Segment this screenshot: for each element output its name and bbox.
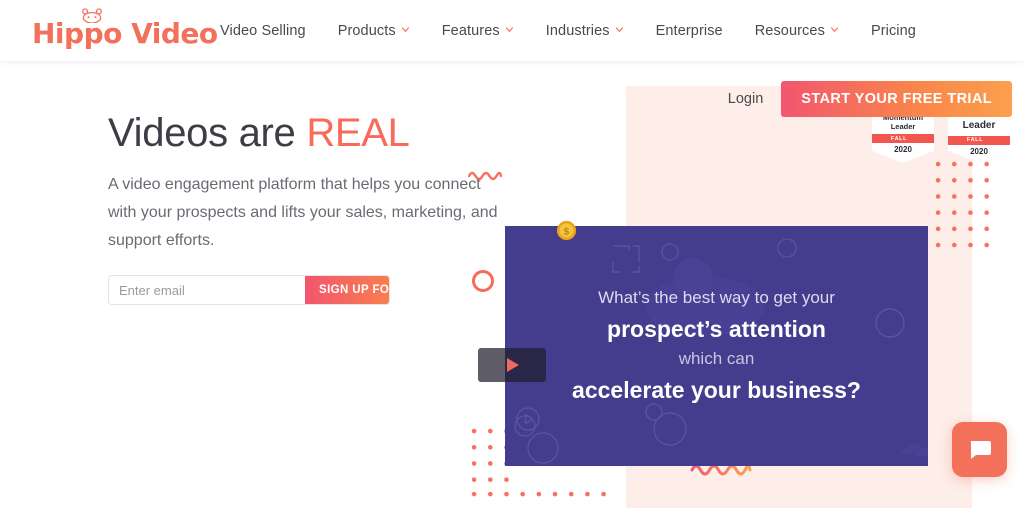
nav-label: Industries [545,22,610,39]
badge-season: FALL [872,134,934,144]
nav-item-pricing[interactable]: Pricing [855,23,932,39]
headline-accent: REAL [306,111,410,155]
nav-label: Pricing [870,22,916,39]
dot-grid-lower-left [466,486,614,508]
svg-text:$: $ [563,226,570,237]
auth-actions: Login START YOUR FREE TRIAL [728,81,1012,117]
badge-year: 2020 [970,146,988,156]
nav-links: Video Selling Products Features Industri… [220,0,932,61]
nav-item-video-selling[interactable]: Video Selling [220,23,322,39]
nav-item-products[interactable]: Products [322,23,426,39]
chat-bubble-icon [970,440,991,459]
signup-form: SIGN UP FOR FREE [108,275,390,305]
signup-button[interactable]: SIGN UP FOR FREE [305,276,389,304]
email-field[interactable] [109,276,305,304]
nav-label: Video Selling [220,22,306,39]
video-card-line1: What’s the best way to get your [598,288,835,308]
nav-label: Products [337,22,396,39]
video-card-line4: accelerate your business? [572,376,861,403]
headline-plain: Videos are [108,111,307,155]
logo-text: Hippo Video [32,17,218,50]
chevron-down-icon [505,27,513,33]
login-link[interactable]: Login [728,91,763,107]
circle-outline-icon [472,270,494,292]
site-logo[interactable]: Hippo Video [32,6,218,52]
video-card-line3: which can [678,349,755,368]
dollar-coin-icon: $ [556,220,577,241]
hero-subcopy: A video engagement platform that helps y… [108,176,498,249]
nav-item-industries[interactable]: Industries [530,23,640,39]
video-card-line2: prospect’s attention [607,315,826,342]
badge-year: 2020 [894,145,912,155]
nav-label: Enterprise [655,22,723,39]
video-card-copy: What’s the best way to get your prospect… [505,226,928,466]
hero-video-card[interactable]: What’s the best way to get your prospect… [505,226,928,466]
nav-item-enterprise[interactable]: Enterprise [640,23,739,39]
nav-label: Resources [754,22,825,39]
chevron-down-icon [830,27,839,33]
top-navigation-bar: Hippo Video Video Selling Products Featu… [0,0,1024,61]
start-free-trial-button[interactable]: START YOUR FREE TRIAL [781,81,1012,117]
video-play-button[interactable] [478,348,546,382]
hero-section: Videos are REAL A video engagement platf… [0,61,1024,508]
badge-title-line1: Leader [962,120,996,131]
page-title: Videos are REAL [108,111,410,156]
badge-season: FALL [948,135,1010,145]
chat-widget-button[interactable] [952,422,1007,477]
chevron-down-icon [401,27,409,33]
nav-item-resources[interactable]: Resources [739,23,855,39]
nav-item-features[interactable]: Features [426,23,530,39]
play-icon [507,358,519,372]
chevron-down-icon [615,27,623,33]
nav-label: Features [441,22,500,39]
play-circle-watermark-icon [516,407,540,431]
badge-title-line2: Leader [890,121,916,131]
